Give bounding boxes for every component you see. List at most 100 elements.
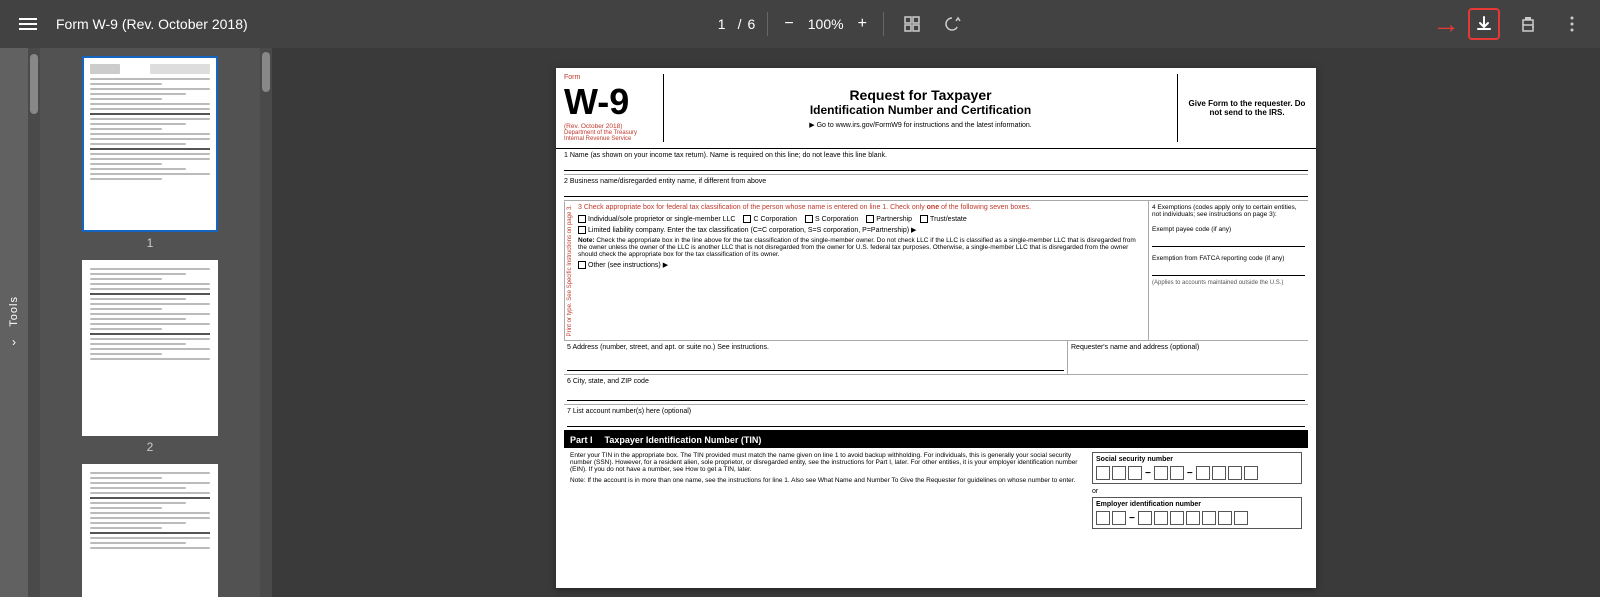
ein-cell[interactable] — [1154, 511, 1168, 525]
ssn-dash-2: − — [1187, 468, 1193, 479]
line2-field[interactable] — [564, 187, 1308, 197]
checkbox-c-corp[interactable] — [743, 215, 751, 223]
checkbox-llc[interactable] — [578, 226, 586, 234]
requesters-label: Requester's name and address (optional) — [1071, 344, 1199, 351]
ein-cell[interactable] — [1186, 511, 1200, 525]
form-body: 1 Name (as shown on your income tax retu… — [556, 149, 1316, 533]
part1-note: Note: If the account is in more than one… — [570, 477, 1084, 484]
checkbox-individual[interactable] — [578, 215, 586, 223]
ssn-cell[interactable] — [1154, 466, 1168, 480]
ssn-box: Social security number − — [1092, 452, 1302, 484]
ein-cell[interactable] — [1138, 511, 1152, 525]
document-viewer[interactable]: Form W-9 (Rev. October 2018) Department … — [272, 48, 1600, 597]
more-options-button[interactable] — [1556, 8, 1588, 40]
line5-label: 5 Address (number, street, and apt. or s… — [567, 344, 769, 351]
checkbox-other[interactable] — [578, 261, 586, 269]
check-trust[interactable]: Trust/estate — [920, 215, 967, 223]
ein-cell[interactable] — [1202, 511, 1216, 525]
tools-panel[interactable]: Tools › — [0, 48, 28, 597]
form-label: Form — [564, 74, 655, 81]
line5-field[interactable] — [567, 353, 1064, 371]
sidebar-scrollbar[interactable] — [28, 48, 40, 597]
checkbox-partnership[interactable] — [866, 215, 874, 223]
ssn-cell[interactable] — [1228, 466, 1242, 480]
address-left: 5 Address (number, street, and apt. or s… — [564, 341, 1068, 374]
ssn-seg-2 — [1154, 466, 1184, 480]
part1-header: Part I Taxpayer Identification Number (T… — [564, 432, 1308, 448]
checkbox-trust[interactable] — [920, 215, 928, 223]
check-partnership[interactable]: Partnership — [866, 215, 912, 223]
thumbnail-page-3[interactable]: 3 — [48, 464, 252, 597]
ssn-seg-3 — [1196, 466, 1258, 480]
ssn-seg-1 — [1096, 466, 1142, 480]
rotate-button[interactable] — [936, 8, 968, 40]
ein-cell[interactable] — [1096, 511, 1110, 525]
ein-dash: − — [1129, 513, 1135, 524]
form-irs-link: ▶ Go to www.irs.gov/FormW9 for instructi… — [809, 121, 1031, 129]
thumbnail-page-2[interactable]: 2 — [48, 260, 252, 454]
ein-seg-1 — [1096, 511, 1126, 525]
rotated-label-2: See Specific Instructions on page 3. — [567, 205, 573, 301]
arrow-indicator: → — [1432, 8, 1460, 40]
line7-field[interactable] — [567, 417, 1305, 427]
section3-area: Print or type. See Specific Instructions… — [564, 201, 1308, 341]
thumbnail-sidebar: 1 — [40, 48, 260, 597]
print-icon — [1519, 15, 1537, 33]
check-c-corp[interactable]: C Corporation — [743, 215, 797, 223]
label-partnership: Partnership — [876, 216, 912, 223]
ein-cell[interactable] — [1234, 511, 1248, 525]
fatca-note: (Applies to accounts maintained outside … — [1152, 280, 1305, 286]
page-number-input[interactable]: 1 — [712, 16, 732, 32]
fatca-field[interactable] — [1152, 264, 1305, 276]
zoom-in-button[interactable]: + — [854, 13, 871, 35]
page-total: 6 — [748, 16, 756, 32]
page-separator: / — [738, 16, 742, 32]
line1-field[interactable] — [564, 161, 1308, 171]
exemptions-label: 4 Exemptions (codes apply only to certai… — [1152, 204, 1305, 218]
ein-cell[interactable] — [1112, 511, 1126, 525]
ssn-cell[interactable] — [1212, 466, 1226, 480]
ssn-cell[interactable] — [1128, 466, 1142, 480]
section3-main: 3 Check appropriate box for federal tax … — [575, 201, 1148, 340]
ssn-cell[interactable] — [1244, 466, 1258, 480]
checkbox-s-corp[interactable] — [805, 215, 813, 223]
menu-button[interactable] — [12, 8, 44, 40]
ein-cell[interactable] — [1170, 511, 1184, 525]
account-row: 7 List account number(s) here (optional) — [564, 405, 1308, 432]
check-s-corp[interactable]: S Corporation — [805, 215, 858, 223]
print-button[interactable] — [1512, 8, 1544, 40]
main-scrollbar-vertical[interactable] — [260, 48, 272, 597]
thumb-page-number-1: 1 — [147, 236, 154, 250]
thumb-frame-1 — [82, 56, 218, 232]
ssn-fields: − − — [1096, 466, 1298, 480]
other-label: Other (see instructions) ▶ — [588, 261, 668, 269]
ein-cell[interactable] — [1218, 511, 1232, 525]
ssn-cell[interactable] — [1196, 466, 1210, 480]
download-icon — [1475, 15, 1493, 33]
ssn-cell[interactable] — [1096, 466, 1110, 480]
zoom-out-button[interactable]: − — [780, 13, 797, 35]
part1-text: Enter your TIN in the appropriate box. T… — [570, 452, 1084, 473]
label-individual: Individual/sole proprietor or single-mem… — [588, 216, 735, 223]
check-individual[interactable]: Individual/sole proprietor or single-mem… — [578, 215, 735, 223]
give-form-text: Give Form to the requester. Do not send … — [1186, 99, 1308, 117]
form-line-1: 1 Name (as shown on your income tax retu… — [564, 149, 1308, 175]
ssn-cell[interactable] — [1170, 466, 1184, 480]
download-button[interactable] — [1468, 8, 1500, 40]
fit-page-button[interactable] — [896, 8, 928, 40]
ssn-dash-1: − — [1145, 468, 1151, 479]
ssn-cell[interactable] — [1112, 466, 1126, 480]
zoom-value: 100% — [806, 16, 846, 32]
exempt-payee-field[interactable] — [1152, 235, 1305, 247]
line6-field[interactable] — [567, 387, 1305, 401]
page-navigation: 1 / 6 — [712, 16, 756, 32]
toolbar-right: → — [1432, 8, 1588, 40]
note-text: Note: Check the appropriate box in the l… — [578, 237, 1145, 258]
ein-box: Employer identification number − — [1092, 497, 1302, 529]
rotate-icon — [943, 15, 961, 33]
fatca-label: Exemption from FATCA reporting code (if … — [1152, 255, 1305, 262]
llc-row: Limited liability company. Enter the tax… — [578, 226, 1145, 234]
thumb-frame-3 — [82, 464, 218, 597]
thumbnail-page-1[interactable]: 1 — [48, 56, 252, 250]
section3-right: 4 Exemptions (codes apply only to certai… — [1148, 201, 1308, 340]
